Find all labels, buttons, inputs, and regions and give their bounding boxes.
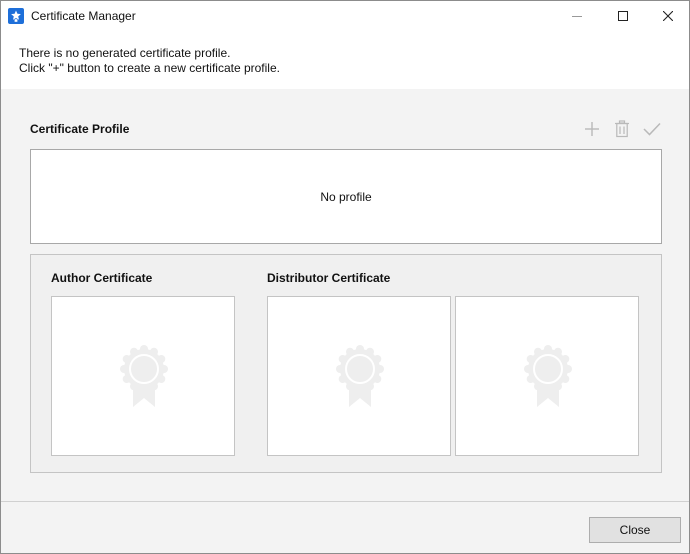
- certificate-badge-icon: [120, 345, 168, 407]
- no-profile-text: No profile: [320, 190, 372, 204]
- footer-divider: [1, 501, 689, 502]
- distributor-certificate-card-2[interactable]: [455, 296, 639, 456]
- certificate-profile-heading: Certificate Profile: [30, 122, 130, 136]
- distributor-certificate-card-1[interactable]: [267, 296, 451, 456]
- profile-list[interactable]: No profile: [30, 149, 662, 244]
- maximize-button[interactable]: [600, 1, 646, 31]
- certificate-badge-icon: [524, 345, 572, 407]
- close-icon: [663, 11, 673, 21]
- check-icon: [643, 122, 661, 136]
- certificate-manager-window: Certificate Manager There is no generate…: [0, 0, 690, 554]
- close-button[interactable]: Close: [589, 517, 681, 543]
- author-certificate-card[interactable]: [51, 296, 235, 456]
- maximize-icon: [618, 11, 628, 21]
- certificate-badge-icon: [336, 345, 384, 407]
- info-line-1: There is no generated certificate profil…: [19, 46, 231, 60]
- minimize-button[interactable]: [554, 1, 600, 31]
- distributor-certificate-heading: Distributor Certificate: [267, 271, 391, 285]
- info-line-2: Click "+" button to create a new certifi…: [19, 61, 280, 75]
- trash-icon: [615, 120, 629, 138]
- window-close-button[interactable]: [645, 1, 690, 31]
- activate-profile-button[interactable]: [642, 119, 662, 139]
- app-icon: [8, 8, 24, 24]
- author-certificate-heading: Author Certificate: [51, 271, 153, 285]
- plus-icon: [585, 122, 599, 136]
- info-banner: There is no generated certificate profil…: [1, 31, 689, 89]
- title-bar[interactable]: Certificate Manager: [1, 1, 689, 31]
- delete-profile-button[interactable]: [612, 119, 632, 139]
- add-profile-button[interactable]: [582, 119, 602, 139]
- window-title: Certificate Manager: [31, 9, 136, 23]
- minimize-icon: [572, 16, 582, 17]
